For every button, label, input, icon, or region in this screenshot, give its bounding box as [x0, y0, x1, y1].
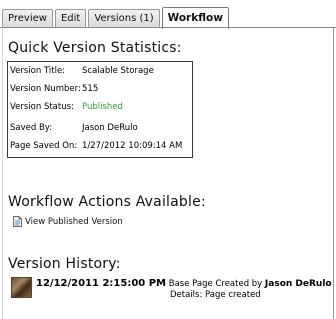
workflow-actions-heading: Workflow Actions Available: [8, 194, 206, 210]
tab-preview[interactable]: Preview [2, 9, 53, 28]
tab-strip: Preview Edit Versions (1) Workflow [2, 6, 231, 29]
tab-versions[interactable]: Versions (1) [88, 9, 160, 28]
panel-border-right [333, 27, 334, 319]
saved-by-value: Jason DeRulo [82, 123, 138, 133]
stats-row-title: Version Title: Scalable Storage [10, 66, 154, 76]
view-published-version-label: View Published Version [25, 216, 123, 227]
version-number-value: 515 [82, 84, 99, 94]
saved-on-value: 1/27/2012 10:09:14 AM [82, 141, 183, 151]
stats-row-number: Version Number:515 [10, 84, 98, 94]
history-description-prefix: - Base Page Created by [163, 279, 263, 289]
stats-row-status: Version Status: Published [10, 102, 123, 112]
version-status-value: Published [82, 102, 123, 112]
panel-border-left [2, 27, 3, 319]
history-details: Details: Page created [170, 290, 261, 300]
stats-label: Version Number: [10, 84, 81, 94]
avatar [11, 277, 32, 298]
history-date: 12/12/2011 2:15:00 PM [36, 278, 166, 289]
stats-label: Page Saved On: [10, 141, 78, 151]
quick-stats-heading: Quick Version Statistics: [8, 40, 182, 56]
version-title-value: Scalable Storage [82, 66, 154, 76]
tab-edit[interactable]: Edit [54, 9, 87, 28]
tab-divider [0, 27, 336, 28]
stats-label: Version Status: [10, 102, 74, 112]
quick-stats-table: Version Title: Scalable Storage Version N… [7, 61, 193, 158]
tab-workflow[interactable]: Workflow [161, 7, 229, 29]
history-description: - Base Page Created by Jason DeRulo [163, 279, 332, 289]
stats-row-saved-by: Saved By: Jason DeRulo [10, 123, 138, 133]
document-icon [13, 216, 22, 227]
view-published-version-link[interactable]: View Published Version [13, 216, 123, 227]
stats-label: Saved By: [10, 123, 53, 133]
version-history-heading: Version History: [8, 256, 121, 272]
history-author: Jason DeRulo [264, 279, 332, 289]
workflow-panel: Preview Edit Versions (1) Workflow Quick… [0, 0, 336, 319]
stats-label: Version Title: [10, 66, 66, 76]
stats-row-saved-on: Page Saved On: 1/27/2012 10:09:14 AM [10, 141, 182, 151]
